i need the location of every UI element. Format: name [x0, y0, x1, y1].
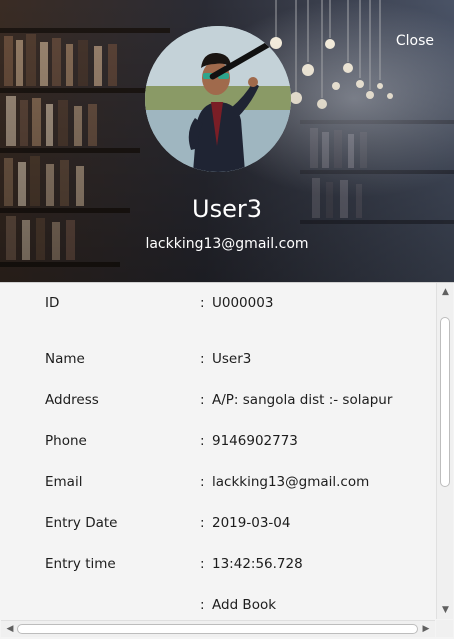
detail-label: Name	[45, 351, 85, 367]
add-book-link[interactable]: Add Book	[212, 597, 276, 613]
detail-value: 9146902773	[212, 433, 298, 449]
triangle-up-icon[interactable]: ▲	[437, 284, 454, 300]
details-scroll-pane[interactable]: ID : U000003 Name : User3 Address : A/P:…	[0, 282, 454, 639]
triangle-down-icon[interactable]: ▼	[437, 602, 454, 618]
triangle-left-icon[interactable]: ◀	[2, 621, 18, 637]
scrollbar-corner	[436, 620, 453, 637]
detail-label: Phone	[45, 433, 87, 449]
detail-row-name: Name : User3	[1, 351, 435, 373]
close-button[interactable]: Close	[396, 33, 434, 49]
detail-row-entry-time: Entry time : 13:42:56.728	[1, 556, 435, 578]
detail-label: ID	[45, 295, 60, 311]
user-email-subheading: lackking13@gmail.com	[145, 236, 309, 252]
detail-row-email: Email : lackking13@gmail.com	[1, 474, 435, 496]
detail-separator: :	[200, 392, 205, 408]
detail-row-id: ID : U000003	[1, 295, 435, 317]
detail-row-phone: Phone : 9146902773	[1, 433, 435, 455]
vertical-scrollbar[interactable]: ▲ ▼	[436, 283, 453, 619]
detail-value: User3	[212, 351, 252, 367]
detail-separator: :	[200, 295, 205, 311]
detail-row-entry-date: Entry Date : 2019-03-04	[1, 515, 435, 537]
detail-label: Email	[45, 474, 83, 490]
detail-separator: :	[200, 597, 205, 613]
detail-value: A/P: sangola dist :- solapur	[212, 392, 393, 408]
detail-value: U000003	[212, 295, 274, 311]
detail-row-address: Address : A/P: sangola dist :- solapur	[1, 392, 435, 414]
detail-label: Address	[45, 392, 99, 408]
detail-label: Entry time	[45, 556, 116, 572]
profile-header: Close User3 lackking13@gmail.com	[0, 0, 454, 282]
vertical-scroll-thumb[interactable]	[440, 317, 450, 487]
detail-separator: :	[200, 474, 205, 490]
detail-row-add-book: : Add Book	[1, 597, 435, 619]
detail-value: lackking13@gmail.com	[212, 474, 370, 490]
detail-value: 13:42:56.728	[212, 556, 303, 572]
user-profile-window: Close User3 lackking13@gmail.com ID: U0…	[0, 0, 454, 639]
user-avatar	[145, 26, 291, 172]
user-photo	[145, 26, 291, 172]
detail-separator: :	[200, 433, 205, 449]
detail-value: 2019-03-04	[212, 515, 291, 531]
detail-separator: :	[200, 515, 205, 531]
details-viewport: ID : U000003 Name : User3 Address : A/P:…	[1, 283, 435, 619]
detail-separator: :	[200, 556, 205, 572]
detail-label: Entry Date	[45, 515, 118, 531]
user-name-heading: User3	[192, 195, 262, 223]
detail-separator: :	[200, 351, 205, 367]
triangle-right-icon[interactable]: ▶	[418, 621, 434, 637]
horizontal-scrollbar[interactable]: ◀ ▶	[1, 620, 435, 637]
horizontal-scroll-thumb[interactable]	[17, 624, 418, 634]
